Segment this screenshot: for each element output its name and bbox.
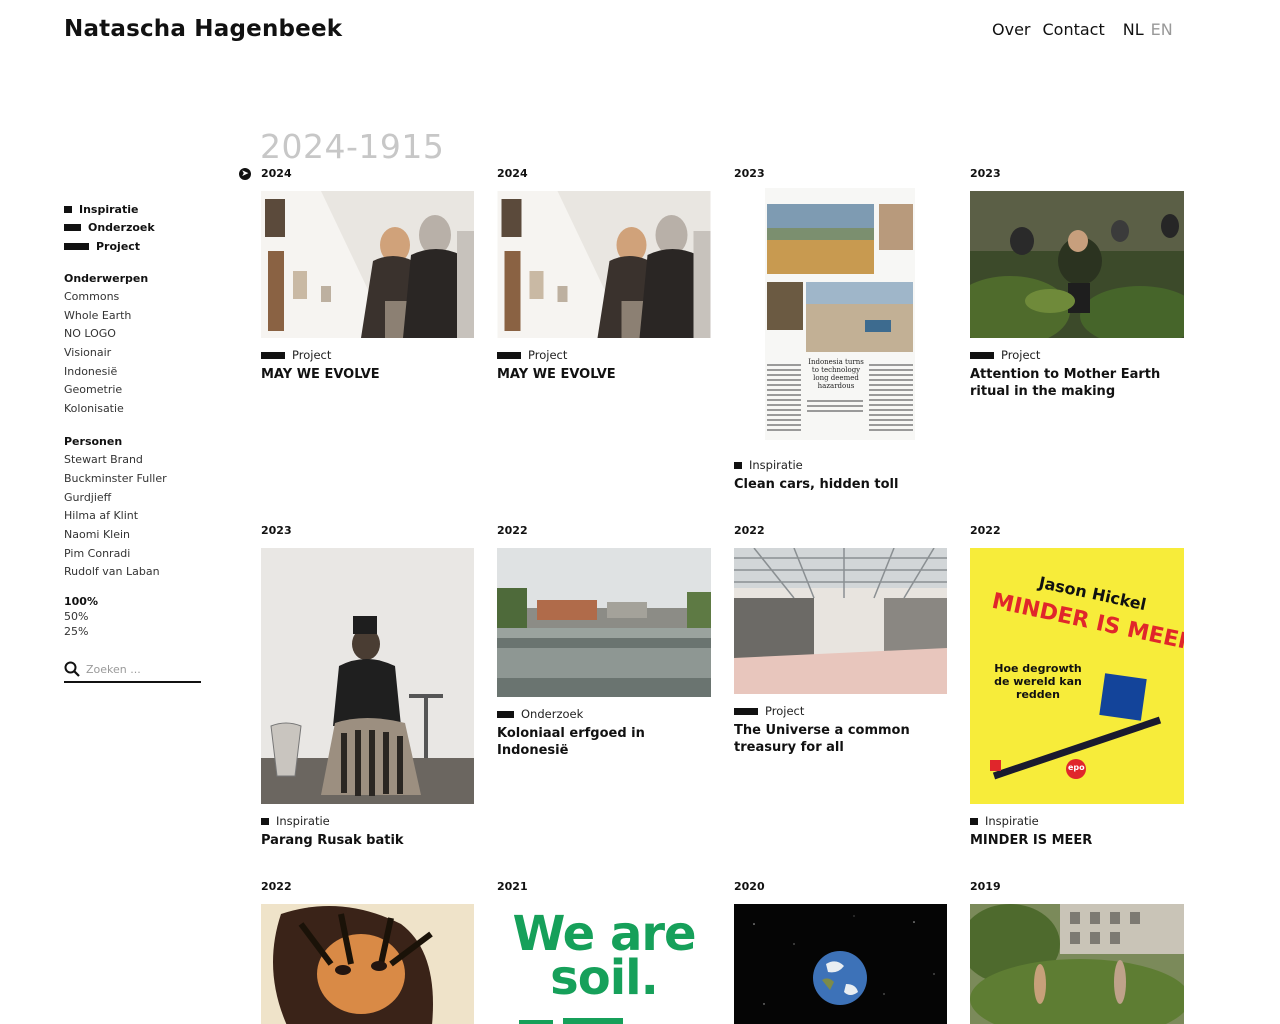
card-title[interactable]: The Universe a common treasury for all [734, 722, 949, 756]
type-marker-icon [261, 351, 285, 359]
search-box [64, 661, 201, 684]
person-link[interactable]: Pim Conradi [64, 545, 204, 564]
top-nav: Over Contact NL EN [992, 20, 1173, 39]
subject-link[interactable]: Kolonisatie [64, 400, 204, 419]
card-year: 2022 [970, 524, 1001, 537]
card-year: 2023 [734, 167, 765, 180]
card-year: 2021 [497, 880, 528, 893]
newspaper-headline: Indonesia turns to technology long deeme… [808, 358, 864, 390]
card-image[interactable] [734, 904, 947, 1024]
card-type: Inspiratie [734, 458, 803, 472]
person-link[interactable]: Hilma af Klint [64, 507, 204, 526]
card-title[interactable]: Clean cars, hidden toll [734, 476, 949, 493]
cover-publisher: epo [1068, 763, 1085, 772]
card-image[interactable] [261, 904, 474, 1024]
card-image[interactable] [734, 548, 947, 694]
card-year: 2019 [970, 880, 1001, 893]
filter-onderzoek[interactable]: Onderzoek [64, 219, 204, 238]
card-image[interactable] [970, 191, 1184, 338]
card-image[interactable]: We are soil. [497, 904, 711, 1024]
scroll-arrow-icon[interactable]: ➤ [239, 168, 251, 180]
card-title[interactable]: MAY WE EVOLVE [261, 366, 476, 383]
zoom-50[interactable]: 50% [64, 609, 204, 624]
card-type: Onderzoek [497, 707, 583, 721]
type-marker-icon [497, 710, 514, 718]
search-input[interactable] [86, 662, 196, 676]
card-image[interactable]: Indonesia turns to technology long deeme… [765, 188, 915, 440]
person-link[interactable]: Gurdjieff [64, 489, 204, 508]
card-year: 2022 [734, 524, 765, 537]
card-type: Inspiratie [970, 814, 1039, 828]
card-type: Project [261, 348, 331, 362]
card-type: Project [497, 348, 567, 362]
person-link[interactable]: Rudolf van Laban [64, 563, 204, 582]
card-image[interactable] [261, 191, 474, 338]
type-marker-icon [970, 351, 994, 359]
nav-contact-link[interactable]: Contact [1042, 20, 1104, 39]
card-year: 2024 [497, 167, 528, 180]
subject-link[interactable]: Visionair [64, 344, 204, 363]
card-image[interactable] [497, 191, 711, 338]
card-image[interactable] [261, 548, 474, 804]
filter-project[interactable]: Project [64, 237, 204, 256]
people-heading: Personen [64, 434, 123, 448]
search-icon[interactable] [64, 661, 80, 677]
subjects-heading: Onderwerpen [64, 271, 149, 285]
zoom-25[interactable]: 25% [64, 624, 204, 639]
poster-text: We are soil. [512, 906, 696, 1006]
card-image[interactable]: Jason Hickel MINDER IS MEER Hoe degrowth… [970, 548, 1184, 804]
zoom-options: 100% 50% 25% [64, 594, 204, 639]
type-filter: Inspiratie Onderzoek Project [64, 200, 204, 256]
person-link[interactable]: Stewart Brand [64, 451, 204, 470]
period-heading: 2024-1915 [260, 127, 445, 166]
card-year: 2023 [970, 167, 1001, 180]
subject-link[interactable]: NO LOGO [64, 325, 204, 344]
card-title[interactable]: Parang Rusak batik [261, 832, 476, 849]
card-image[interactable] [970, 904, 1184, 1024]
nav-about-link[interactable]: Over [992, 20, 1030, 39]
subject-link[interactable]: Indonesië [64, 363, 204, 382]
card-year: 2022 [497, 524, 528, 537]
sidebar: Inspiratie Onderzoek Project Onderwerpen… [64, 200, 204, 684]
subject-link[interactable]: Whole Earth [64, 307, 204, 326]
type-marker-icon [734, 461, 742, 469]
type-marker-icon [64, 205, 72, 213]
filter-inspiratie[interactable]: Inspiratie [64, 200, 204, 219]
type-marker-icon [734, 707, 758, 715]
type-marker-icon [970, 817, 978, 825]
type-marker-icon [64, 242, 89, 250]
type-marker-icon [64, 224, 81, 232]
card-year: 2023 [261, 524, 292, 537]
card-year: 2020 [734, 880, 765, 893]
card-year: 2024 [261, 167, 292, 180]
type-marker-icon [261, 817, 269, 825]
card-image[interactable] [497, 548, 711, 697]
lang-nl-link[interactable]: NL [1123, 20, 1144, 39]
poster-cropped-text [519, 1014, 689, 1024]
lang-en-link[interactable]: EN [1151, 20, 1173, 39]
zoom-100[interactable]: 100% [64, 594, 204, 609]
type-marker-icon [497, 351, 521, 359]
card-year: 2022 [261, 880, 292, 893]
card-title[interactable]: Koloniaal erfgoed in Indonesië [497, 725, 712, 759]
card-title[interactable]: MAY WE EVOLVE [497, 366, 712, 383]
person-link[interactable]: Buckminster Fuller [64, 470, 204, 489]
subject-link[interactable]: Commons [64, 288, 204, 307]
card-type: Project [970, 348, 1040, 362]
card-title[interactable]: MINDER IS MEER [970, 832, 1185, 849]
subject-link[interactable]: Geometrie [64, 381, 204, 400]
site-title[interactable]: Natascha Hagenbeek [64, 16, 342, 42]
language-switch: NL EN [1123, 20, 1173, 39]
card-type: Inspiratie [261, 814, 330, 828]
card-type: Project [734, 704, 804, 718]
person-link[interactable]: Naomi Klein [64, 526, 204, 545]
card-title[interactable]: Attention to Mother Earth ritual in the … [970, 366, 1185, 400]
